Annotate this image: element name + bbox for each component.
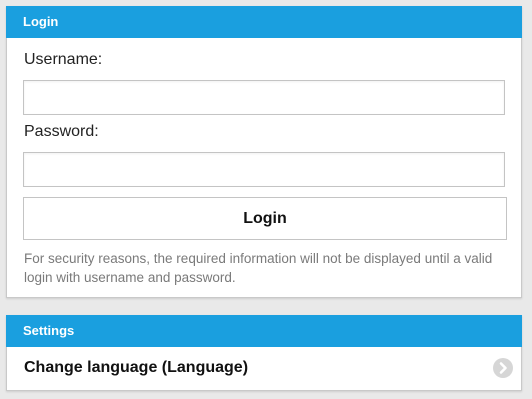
login-button[interactable]: Login <box>23 197 507 240</box>
password-label: Password: <box>24 123 99 140</box>
change-language-label: Change language (Language) <box>24 359 249 376</box>
settings-panel: Settings Change language (Language) <box>6 315 522 391</box>
login-panel: Login Username: Password: Login For secu… <box>6 6 522 298</box>
username-input[interactable] <box>23 80 505 115</box>
login-panel-header: Login <box>6 6 522 38</box>
change-language-item[interactable]: Change language (Language) <box>7 347 521 389</box>
username-label: Username: <box>24 51 103 68</box>
settings-panel-header: Settings <box>6 315 522 347</box>
password-input[interactable] <box>23 152 505 187</box>
security-note: For security reasons, the required infor… <box>24 251 493 285</box>
chevron-right-icon <box>493 358 513 378</box>
